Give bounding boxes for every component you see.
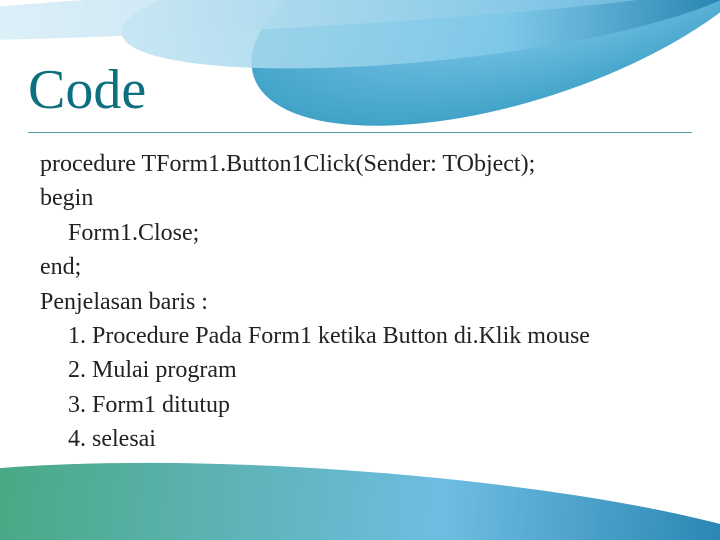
code-line: begin: [40, 182, 680, 214]
code-line: Form1.Close;: [40, 217, 680, 249]
title-underline: [28, 132, 692, 133]
list-item: Form1 ditutup: [92, 389, 680, 421]
explanation-label: Penjelasan baris :: [40, 286, 680, 318]
list-item: Mulai program: [92, 354, 680, 386]
list-item: selesai: [92, 423, 680, 455]
list-item: Procedure Pada Form1 ketika Button di.Kl…: [92, 320, 680, 352]
code-line: procedure TForm1.Button1Click(Sender: TO…: [40, 148, 680, 180]
slide-title: Code: [28, 58, 146, 122]
explanation-list: Procedure Pada Form1 ketika Button di.Kl…: [40, 320, 680, 456]
slide: Code procedure TForm1.Button1Click(Sende…: [0, 0, 720, 540]
slide-body: procedure TForm1.Button1Click(Sender: TO…: [40, 148, 680, 458]
code-line: end;: [40, 251, 680, 283]
